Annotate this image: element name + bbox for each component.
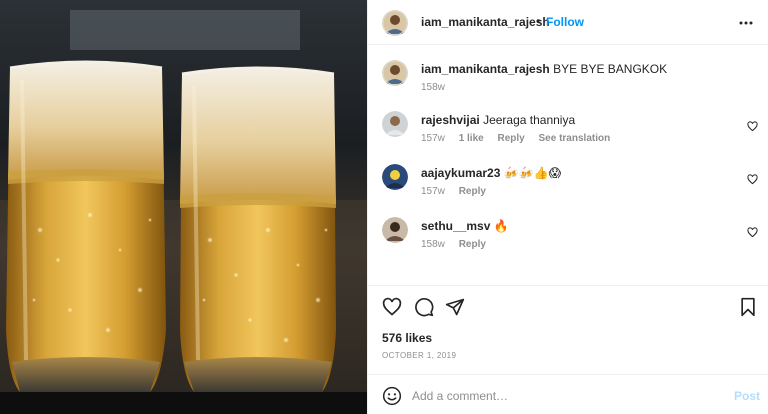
reply-button[interactable]: Reply (459, 239, 486, 250)
comment-username[interactable]: aajaykumar23 (421, 166, 500, 180)
author-avatar[interactable] (382, 60, 408, 86)
bookmark-icon[interactable] (738, 297, 758, 317)
comments-list[interactable]: iam_manikanta_rajesh BYE BYE BANGKOK 158… (368, 46, 768, 284)
follow-button[interactable]: Follow (546, 15, 584, 29)
comment-meta: 157w Reply (421, 186, 497, 197)
caption-meta: 158w (421, 82, 456, 93)
reply-button[interactable]: Reply (498, 133, 525, 144)
commenter-avatar[interactable] (382, 164, 408, 190)
post-header: iam_manikanta_rajesh • Follow (368, 0, 768, 45)
comment-body: 🍻🍻👍😱 (503, 166, 562, 180)
comment-input[interactable] (412, 385, 712, 407)
comment-meta: 157w 1 like Reply See translation (421, 133, 621, 144)
author-username[interactable]: iam_manikanta_rajesh (421, 15, 550, 29)
caption-time[interactable]: 158w (421, 82, 445, 93)
comment-meta: 158w Reply (421, 239, 497, 250)
comment-likes[interactable]: 1 like (459, 133, 484, 144)
reply-button[interactable]: Reply (459, 186, 486, 197)
comment-heart-icon[interactable] (747, 225, 758, 238)
likes-count[interactable]: 576 likes (382, 331, 432, 345)
emoji-icon[interactable] (382, 386, 402, 406)
more-options-icon[interactable] (738, 16, 754, 28)
share-icon[interactable] (445, 297, 465, 317)
heart-icon[interactable] (382, 297, 402, 317)
author-avatar[interactable] (382, 10, 408, 36)
post-date[interactable]: October 1, 2019 (382, 351, 456, 360)
separator-dot: • (536, 14, 541, 28)
comment-text: aajaykumar23 🍻🍻👍😱 (421, 166, 561, 180)
see-translation-button[interactable]: See translation (539, 133, 611, 144)
caption-username[interactable]: iam_manikanta_rajesh (421, 62, 550, 76)
comment-time[interactable]: 158w (421, 239, 445, 250)
post-actions: 576 likes October 1, 2019 (368, 285, 768, 373)
comment-text: sethu__msv 🔥 (421, 219, 509, 233)
post-panel: iam_manikanta_rajesh • Follow iam_manika… (367, 0, 768, 414)
post-photo[interactable] (0, 0, 367, 414)
post-comment-button[interactable]: Post (734, 389, 760, 403)
comment-time[interactable]: 157w (421, 133, 445, 144)
comment-body: Jeeraga thanniya (483, 113, 576, 127)
comment-body: 🔥 (493, 219, 509, 233)
add-comment-bar: Post (368, 374, 768, 414)
comment-username[interactable]: rajeshvijai (421, 113, 480, 127)
commenter-avatar[interactable] (382, 217, 408, 243)
comment-heart-icon[interactable] (747, 119, 758, 132)
commenter-avatar[interactable] (382, 111, 408, 137)
beer-glasses-photo (0, 0, 367, 414)
comment-icon[interactable] (414, 297, 434, 317)
comment-username[interactable]: sethu__msv (421, 219, 490, 233)
caption-body: BYE BYE BANGKOK (553, 62, 668, 76)
comment-heart-icon[interactable] (747, 172, 758, 185)
caption-text: iam_manikanta_rajesh BYE BYE BANGKOK (421, 62, 667, 76)
comment-text: rajeshvijai Jeeraga thanniya (421, 113, 575, 127)
comment-time[interactable]: 157w (421, 186, 445, 197)
